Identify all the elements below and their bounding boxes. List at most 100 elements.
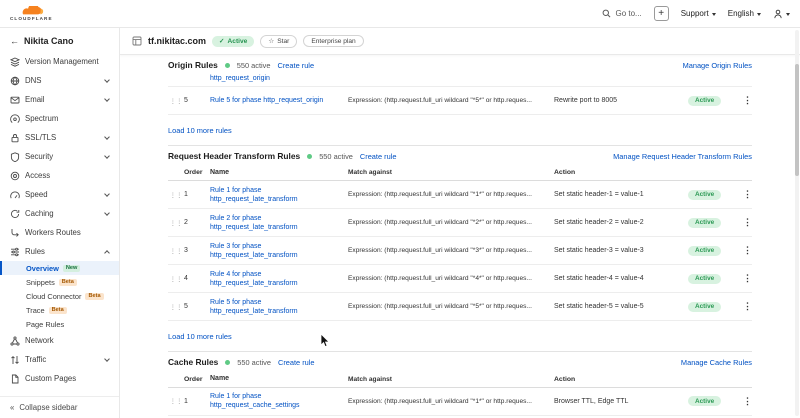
lock-icon bbox=[10, 133, 20, 143]
kebab-menu-button[interactable]: ⋮ bbox=[736, 217, 752, 228]
sidebar-item-email[interactable]: Email bbox=[0, 90, 119, 109]
sidebar-item-cloud-connector[interactable]: Cloud Connector Beta bbox=[0, 289, 119, 303]
kebab-menu-button[interactable]: ⋮ bbox=[736, 273, 752, 284]
sidebar-item-label: Security bbox=[25, 152, 53, 161]
match-cell: Expression: (http.request.full_uri wildc… bbox=[348, 275, 554, 282]
manage-origin-rules-link[interactable]: Manage Origin Rules bbox=[683, 61, 752, 70]
kebab-menu-button[interactable]: ⋮ bbox=[736, 95, 752, 106]
sidebar-item-security[interactable]: Security bbox=[0, 147, 119, 166]
drag-handle[interactable]: ⋮⋮ bbox=[168, 397, 184, 405]
action-cell: Set static header-4 = value-4 bbox=[554, 275, 688, 282]
traffic-icon bbox=[10, 355, 20, 365]
kebab-menu-button[interactable]: ⋮ bbox=[736, 396, 752, 407]
cloudflare-logo[interactable]: CLOUDFLARE bbox=[10, 6, 53, 21]
rule-name-link[interactable]: Rule 1 for phase http_request_late_trans… bbox=[210, 186, 348, 205]
gauge-icon bbox=[10, 190, 20, 200]
collapse-sidebar-button[interactable]: « Collapse sidebar bbox=[0, 396, 119, 418]
drag-handle[interactable]: ⋮⋮ bbox=[168, 97, 184, 105]
account-back-button[interactable]: ← Nikita Cano bbox=[0, 28, 119, 52]
drag-handle[interactable]: ⋮⋮ bbox=[168, 303, 184, 311]
match-cell: Expression: (http.request.full_uri wildc… bbox=[348, 247, 554, 254]
route-icon bbox=[10, 228, 20, 238]
rule-row: ⋮⋮ 3 Rule 3 for phase http_request_late_… bbox=[168, 237, 752, 265]
rule-name-link[interactable]: Rule 3 for phase http_request_late_trans… bbox=[210, 242, 348, 261]
sidebar-item-label: Email bbox=[25, 95, 45, 104]
sidebar-item-dns[interactable]: DNS bbox=[0, 71, 119, 90]
sidebar-item-overview[interactable]: Overview New bbox=[0, 261, 119, 275]
load-more-link[interactable]: Load 10 more rules bbox=[168, 126, 232, 135]
create-rule-link[interactable]: Create rule bbox=[278, 358, 315, 367]
column-header-name: Name bbox=[210, 168, 348, 177]
order-cell: 2 bbox=[184, 219, 210, 226]
sidebar-item-custom-pages[interactable]: Custom Pages bbox=[0, 369, 119, 388]
sidebar-item-trace[interactable]: Trace Beta bbox=[0, 303, 119, 317]
beta-badge: Beta bbox=[85, 293, 103, 300]
sidebar-item-ssl-tls[interactable]: SSL/TLS bbox=[0, 128, 119, 147]
rule-name-link[interactable]: Rule 5 for phase http_request_late_trans… bbox=[210, 298, 348, 317]
layers-icon bbox=[10, 57, 20, 67]
email-icon bbox=[10, 95, 20, 105]
active-status-badge: ✓ Active bbox=[212, 36, 254, 47]
rule-name-link[interactable]: Rule 4 for phase http_request_late_trans… bbox=[210, 270, 348, 289]
status-badge: Active bbox=[688, 302, 721, 312]
sidebar-item-version-management[interactable]: Version Management bbox=[0, 52, 119, 71]
pages-icon bbox=[10, 374, 20, 384]
drag-handle[interactable]: ⋮⋮ bbox=[168, 275, 184, 283]
sidebar-item-label: DNS bbox=[25, 76, 41, 85]
sidebar-item-spectrum[interactable]: Spectrum bbox=[0, 109, 119, 128]
active-dot-icon bbox=[307, 154, 312, 159]
account-menu[interactable] bbox=[773, 9, 790, 19]
drag-handle[interactable]: ⋮⋮ bbox=[168, 191, 184, 199]
support-menu[interactable]: Support bbox=[681, 9, 716, 18]
sidebar-item-label: SSL/TLS bbox=[25, 133, 56, 142]
scrollbar-thumb[interactable] bbox=[795, 64, 799, 176]
sidebar-item-label: Workers Routes bbox=[25, 228, 81, 237]
sidebar-item-label: Caching bbox=[25, 209, 54, 218]
sidebar-item-traffic[interactable]: Traffic bbox=[0, 350, 119, 369]
sidebar-item-speed[interactable]: Speed bbox=[0, 185, 119, 204]
main-content: tf.nikitac.com ✓ Active ☆ Star Enterpris… bbox=[120, 28, 800, 418]
drag-handle[interactable]: ⋮⋮ bbox=[168, 219, 184, 227]
sidebar-item-snippets[interactable]: Snippets Beta bbox=[0, 275, 119, 289]
sidebar-item-access[interactable]: Access bbox=[0, 166, 119, 185]
kebab-menu-button[interactable]: ⋮ bbox=[736, 245, 752, 256]
manage-rht-rules-link[interactable]: Manage Request Header Transform Rules bbox=[613, 152, 752, 161]
star-button[interactable]: ☆ Star bbox=[260, 35, 297, 48]
kebab-menu-button[interactable]: ⋮ bbox=[736, 301, 752, 312]
drag-handle[interactable]: ⋮⋮ bbox=[168, 247, 184, 255]
sidebar-item-caching[interactable]: Caching bbox=[0, 204, 119, 223]
order-cell: 3 bbox=[184, 247, 210, 254]
rule-name-link[interactable]: Rule 1 for phase http_request_cache_sett… bbox=[210, 392, 348, 411]
sidebar-item-network[interactable]: Network bbox=[0, 331, 119, 350]
create-rule-link[interactable]: Create rule bbox=[360, 152, 397, 161]
origin-load-more: Load 10 more rules bbox=[168, 115, 752, 145]
rule-name-link[interactable]: http_request_origin bbox=[210, 74, 348, 83]
kebab-menu-button[interactable]: ⋮ bbox=[736, 189, 752, 200]
add-site-button[interactable]: + bbox=[654, 6, 669, 21]
column-header-match: Match against bbox=[348, 169, 554, 176]
section-title: Cache Rules bbox=[168, 357, 218, 367]
rule-name-link[interactable]: Rule 5 for phase http_request_origin bbox=[210, 96, 348, 105]
language-menu[interactable]: English bbox=[728, 9, 761, 18]
sidebar-item-rules[interactable]: Rules bbox=[0, 242, 119, 261]
sidebar-subitem-label: Page Rules bbox=[26, 320, 64, 329]
status-badge: Active bbox=[688, 396, 721, 406]
globe-icon bbox=[10, 76, 20, 86]
load-more-link[interactable]: Load 10 more rules bbox=[168, 332, 232, 341]
sidebar-nav: Version Management DNS Email Spectrum bbox=[0, 52, 119, 388]
sidebar-item-workers-routes[interactable]: Workers Routes bbox=[0, 223, 119, 242]
action-cell: Rewrite port to 8005 bbox=[554, 97, 688, 104]
star-icon: ☆ bbox=[268, 37, 274, 45]
goto-search[interactable]: Go to... bbox=[602, 9, 641, 18]
match-cell: Expression: (http.request.full_uri wildc… bbox=[348, 97, 554, 104]
create-rule-link[interactable]: Create rule bbox=[278, 61, 315, 70]
chevron-up-icon bbox=[104, 250, 110, 256]
sidebar-item-page-rules[interactable]: Page Rules bbox=[0, 317, 119, 331]
active-count: 550 active bbox=[237, 358, 271, 367]
manage-cache-rules-link[interactable]: Manage Cache Rules bbox=[681, 358, 752, 367]
rule-name-link[interactable]: Rule 2 for phase http_request_late_trans… bbox=[210, 214, 348, 233]
column-header-action: Action bbox=[554, 169, 688, 176]
rule-row: ⋮⋮ 1 Rule 1 for phase http_request_late_… bbox=[168, 181, 752, 209]
cloudflare-cloud-icon bbox=[18, 6, 44, 15]
goto-label: Go to... bbox=[615, 9, 641, 18]
